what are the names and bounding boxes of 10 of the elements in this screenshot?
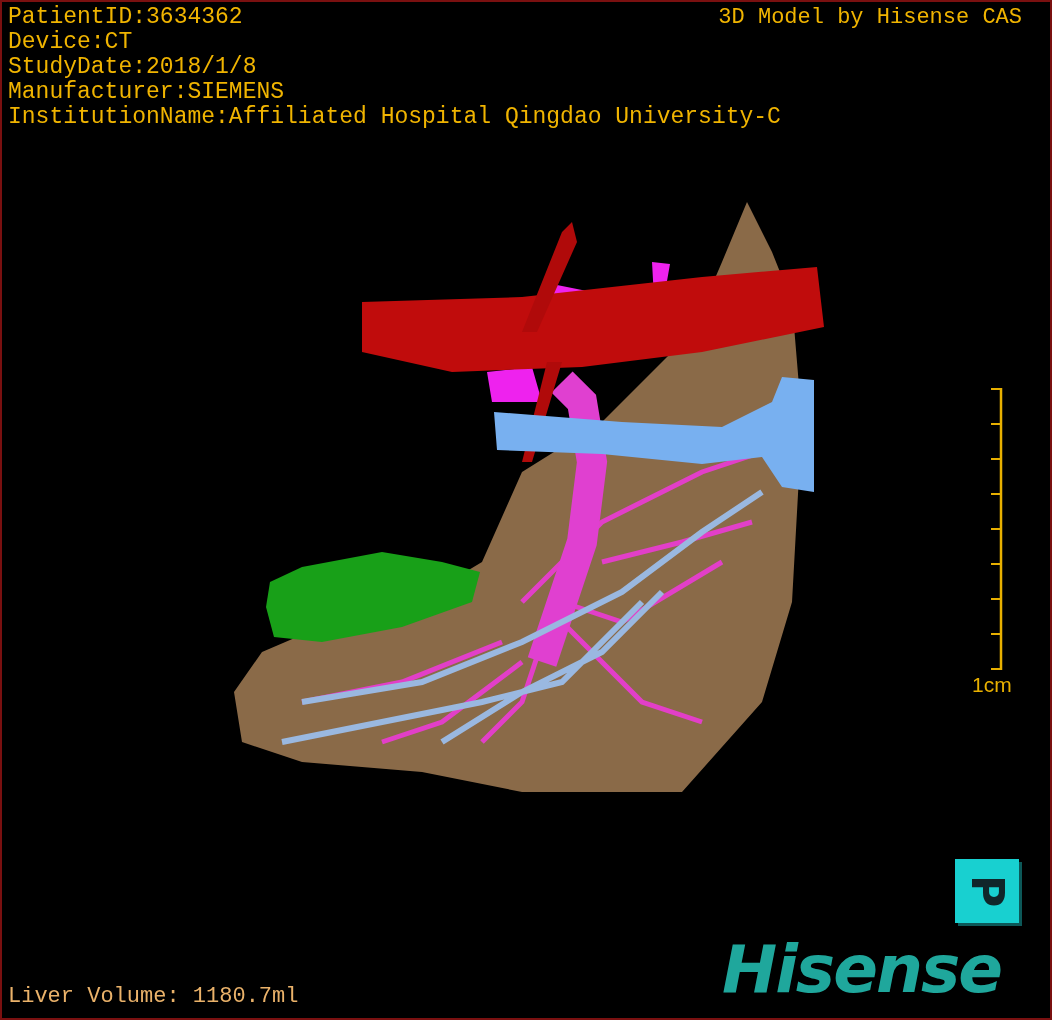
info-line: InstitutionName:Affiliated Hospital Qingdao University-C	[8, 105, 781, 130]
model-caption: 3D Model by Hisense CAS	[718, 5, 1022, 30]
brand-logo: Hisense	[722, 937, 1001, 1003]
info-line: Device:CT	[8, 30, 133, 55]
orientation-cube[interactable]: P	[955, 859, 1019, 923]
info-line: StudyDate:2018/1/8	[8, 55, 257, 80]
info-line: Manufacturer:SIEMENS	[8, 80, 285, 105]
liver-volume: Liver Volume: 1180.7ml	[8, 983, 299, 1011]
info-line: PatientID:3634362	[8, 5, 243, 30]
scale-label: 1cm	[972, 672, 1012, 698]
